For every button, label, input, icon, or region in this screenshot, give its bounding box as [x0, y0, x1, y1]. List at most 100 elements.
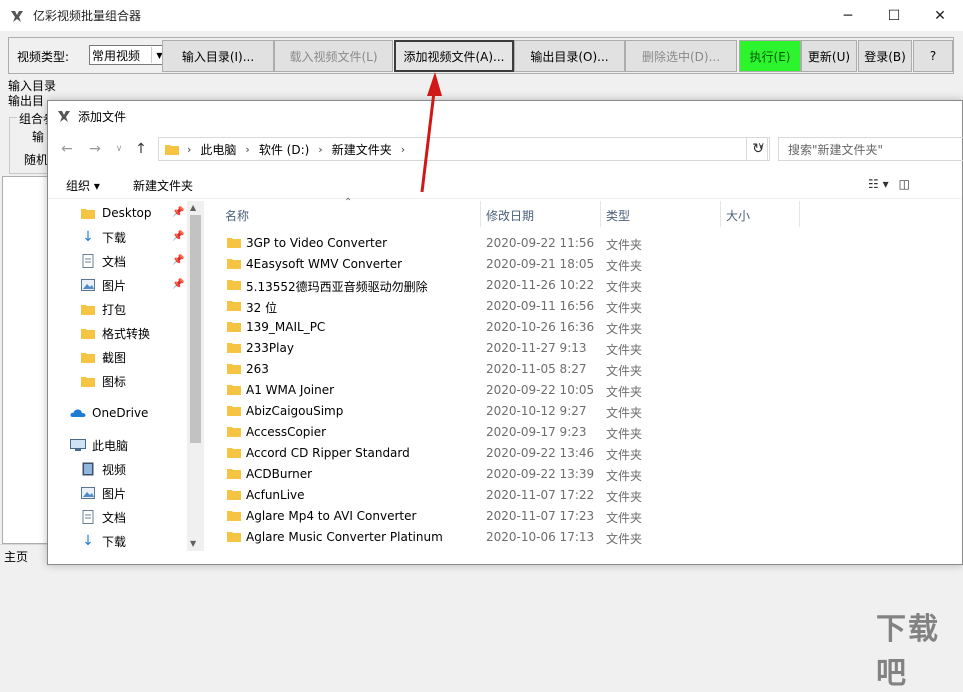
file-date: 2020-11-27 9:13: [486, 341, 587, 355]
column-name[interactable]: 名称: [225, 207, 249, 224]
forward-arrow-icon[interactable]: →: [84, 138, 106, 160]
input-dir-button[interactable]: 输入目录(I)...: [162, 40, 274, 72]
add-video-button[interactable]: 添加视频文件(A)...: [394, 40, 514, 72]
file-row[interactable]: 263 2020-11-05 8:27 文件夹: [218, 359, 818, 380]
search-placeholder: 搜索"新建文件夹": [788, 142, 884, 157]
dialog-title: 添加文件: [78, 109, 127, 124]
folder-icon: [80, 326, 96, 340]
file-date: 2020-09-17 9:23: [486, 425, 587, 439]
folder-icon: [227, 532, 241, 542]
maximize-button[interactable]: ☐: [871, 0, 917, 31]
cloud-icon: [70, 406, 86, 420]
file-row[interactable]: Aglare Mp4 to AVI Converter 2020-11-07 17…: [218, 506, 818, 527]
minimize-button[interactable]: ─: [825, 0, 871, 31]
output-dir-button[interactable]: 输出目录(O)...: [514, 40, 625, 72]
file-type: 文件夹: [606, 406, 643, 420]
file-name: 3GP to Video Converter: [246, 236, 388, 250]
delete-selected-button[interactable]: 删除选中(D)...: [625, 40, 737, 72]
folder-icon: [227, 364, 241, 374]
new-folder-button[interactable]: 新建文件夹: [133, 177, 193, 194]
scroll-up-icon[interactable]: ▲: [190, 203, 196, 212]
file-date: 2020-09-22 11:56: [486, 236, 595, 250]
folder-icon: [227, 427, 241, 437]
file-row[interactable]: 233Play 2020-11-27 9:13 文件夹: [218, 338, 818, 359]
add-file-dialog: 添加文件 ← → ∨ ↑ › 此电脑 › 软件 (D:) › 新建文件夹 › ∨…: [47, 100, 963, 691]
help-button[interactable]: ?: [913, 40, 953, 72]
folder-icon: [227, 448, 241, 458]
breadcrumb-this-pc[interactable]: 此电脑: [200, 141, 236, 158]
nav-item-label: 视频: [102, 462, 127, 477]
refresh-icon[interactable]: ↻: [746, 137, 770, 161]
nav-item-label: 文档: [102, 510, 127, 525]
search-input[interactable]: 搜索"新建文件夹": [778, 137, 963, 161]
execute-button[interactable]: 执行(E): [739, 40, 801, 72]
file-row[interactable]: 3GP to Video Converter 2020-09-22 11:56 文件…: [218, 233, 818, 254]
file-type: 文件夹: [606, 532, 643, 546]
breadcrumb-new-folder[interactable]: 新建文件夹: [332, 141, 392, 158]
file-date: 2020-11-26 10:22: [486, 278, 595, 292]
file-type: 文件夹: [606, 322, 643, 336]
file-type: 文件夹: [606, 280, 643, 294]
scrollbar-thumb[interactable]: [190, 215, 201, 443]
document-icon: [80, 510, 96, 524]
column-date[interactable]: 修改日期: [486, 207, 534, 224]
file-name: 4Easysoft WMV Converter: [246, 257, 403, 271]
close-button[interactable]: ✕: [917, 0, 963, 31]
file-row[interactable]: AbizCaigouSimp 2020-10-12 9:27 文件夹: [218, 401, 818, 422]
dialog-titlebar: 添加文件: [48, 101, 962, 131]
nav-item-label: 打包: [102, 302, 127, 317]
nav-pane-scrollbar[interactable]: ▲ ▼: [187, 201, 204, 551]
preview-pane-icon[interactable]: ◫: [899, 177, 910, 191]
update-button[interactable]: 更新(U): [801, 40, 857, 72]
file-date: 2020-11-07 17:22: [486, 488, 595, 502]
file-type: 文件夹: [606, 448, 643, 462]
breadcrumb-drive-d[interactable]: 软件 (D:): [259, 141, 309, 158]
file-list-header: ⌃ 名称 修改日期 类型 大小: [218, 197, 800, 227]
file-date: 2020-11-05 8:27: [486, 362, 587, 376]
column-size[interactable]: 大小: [726, 207, 750, 224]
input-dir-label: 输入目录: [8, 79, 57, 93]
file-row[interactable]: 4Easysoft WMV Converter 2020-09-21 18:05 文…: [218, 254, 818, 275]
file-row[interactable]: Accord CD Ripper Standard 2020-09-22 13:4…: [218, 443, 818, 464]
file-date: 2020-10-12 9:27: [486, 404, 587, 418]
folder-icon: [227, 490, 241, 500]
scroll-down-icon[interactable]: ▼: [190, 539, 196, 548]
file-row[interactable]: AcfunLive 2020-11-07 17:22 文件夹: [218, 485, 818, 506]
file-date: 2020-10-26 16:36: [486, 320, 595, 334]
login-button[interactable]: 登录(B): [858, 40, 912, 72]
back-arrow-icon[interactable]: ←: [56, 138, 78, 160]
file-row[interactable]: 139_MAIL_PC 2020-10-26 16:36 文件夹: [218, 317, 818, 338]
up-arrow-icon[interactable]: ↑: [130, 138, 152, 160]
organize-button[interactable]: 组织 ▾: [66, 177, 100, 194]
computer-icon: [70, 438, 86, 452]
folder-icon: [80, 302, 96, 316]
file-date: 2020-09-11 16:56: [486, 299, 595, 313]
recent-dropdown-icon[interactable]: ∨: [108, 138, 130, 160]
load-video-button[interactable]: 载入视频文件(L): [274, 40, 393, 72]
picture-icon: [80, 486, 96, 500]
view-mode-icon[interactable]: ☷ ▾: [868, 177, 889, 191]
file-row[interactable]: 32 位 2020-09-11 16:56 文件夹: [218, 296, 818, 317]
pin-icon: 📌: [172, 255, 185, 266]
file-row[interactable]: ACDBurner 2020-09-22 13:39 文件夹: [218, 464, 818, 485]
file-row[interactable]: 5.13552德玛西亚音频驱动勿删除 2020-11-26 10:22 文件夹: [218, 275, 818, 296]
file-name: Accord CD Ripper Standard: [246, 446, 410, 460]
file-name: A1 WMA Joiner: [246, 383, 335, 397]
file-row[interactable]: A1 WMA Joiner 2020-09-22 10:05 文件夹: [218, 380, 818, 401]
file-type: 文件夹: [606, 364, 643, 378]
folder-icon: [227, 238, 241, 248]
file-name: 263: [246, 362, 269, 376]
nav-item-label: 下载: [102, 230, 127, 245]
file-row[interactable]: AccessCopier 2020-09-17 9:23 文件夹: [218, 422, 818, 443]
column-type[interactable]: 类型: [606, 207, 630, 224]
document-icon: [80, 254, 96, 268]
address-row: ← → ∨ ↑ › 此电脑 › 软件 (D:) › 新建文件夹 › ∨ ↻ 搜索…: [48, 135, 963, 163]
file-row[interactable]: Aglare Music Converter Platinum 2020-10-0…: [218, 527, 818, 548]
file-list-panel[interactable]: [2, 176, 50, 544]
pin-icon: 📌: [172, 207, 185, 218]
file-type: 文件夹: [606, 343, 643, 357]
video-type-select[interactable]: 常用视频 ▼: [89, 45, 169, 65]
app-logo-icon: [10, 8, 24, 23]
folder-icon: [165, 144, 179, 155]
address-bar[interactable]: › 此电脑 › 软件 (D:) › 新建文件夹 › ∨: [158, 137, 768, 161]
